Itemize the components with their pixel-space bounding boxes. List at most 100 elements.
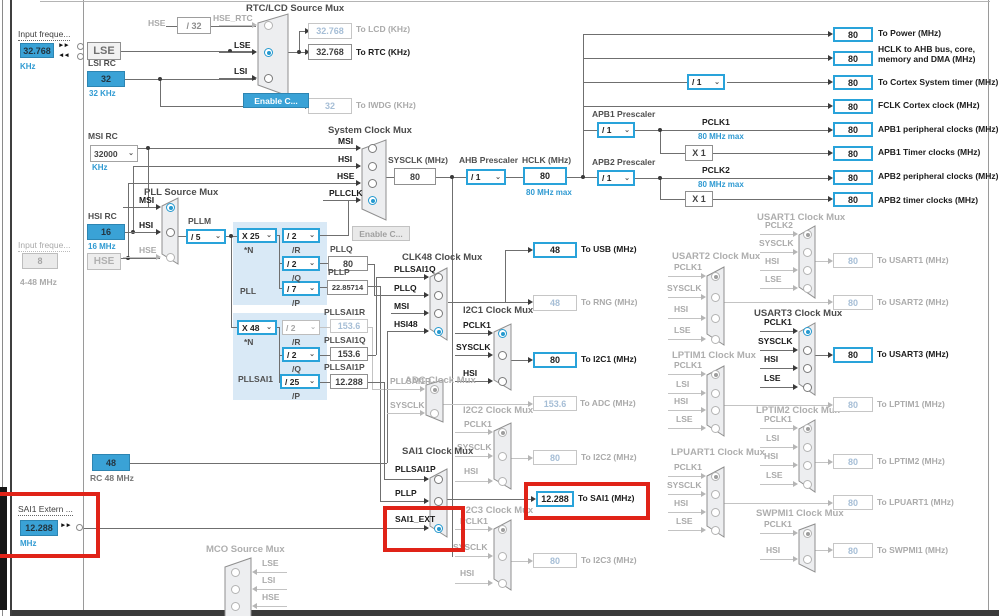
connector-line bbox=[320, 355, 330, 356]
to-usb-value[interactable]: 48 bbox=[533, 242, 577, 258]
pllsai1q-dropdown[interactable]: / 2 ⌄ bbox=[282, 347, 320, 362]
apb1-timer-value[interactable]: 80 bbox=[833, 146, 873, 161]
connector-line bbox=[455, 333, 489, 334]
usart2-clock-mux-input-lse-radio bbox=[711, 335, 720, 344]
junction-dot bbox=[158, 77, 162, 81]
pllsai1n-dropdown[interactable]: X 48 ⌄ bbox=[237, 320, 277, 335]
pll-source-mux-input-hsi-label: HSI bbox=[139, 220, 154, 230]
clk48-clock-mux-input-msi-radio[interactable] bbox=[434, 309, 443, 318]
enable-css-rtc-button[interactable]: Enable C... bbox=[243, 93, 309, 108]
pllsai1p-dropdown[interactable]: / 25 ⌄ bbox=[280, 374, 320, 389]
to-i2c1-value[interactable]: 80 bbox=[533, 352, 577, 368]
arrowhead bbox=[793, 384, 798, 390]
cortex-prescaler-dropdown[interactable]: / 1 ⌄ bbox=[687, 74, 725, 90]
system-clock-mux-input-hse-radio[interactable] bbox=[368, 179, 377, 188]
label-rc-48-mhz: RC 48 MHz bbox=[90, 473, 134, 483]
apb2-peripheral-value[interactable]: 80 bbox=[833, 170, 873, 185]
connector-line bbox=[760, 252, 794, 253]
pllr-dropdown[interactable]: / 2 ⌄ bbox=[282, 228, 320, 243]
i2c1-clock-mux-input-hsi-radio[interactable] bbox=[498, 377, 507, 386]
label-sysclk-mhz-: SYSCLK (MHz) bbox=[388, 155, 448, 165]
pllq-dropdown[interactable]: / 2 ⌄ bbox=[282, 256, 320, 271]
arrowhead bbox=[488, 453, 493, 459]
sai1-clock-mux-input-pllsai1p-radio[interactable] bbox=[434, 475, 443, 484]
arrowhead bbox=[420, 386, 425, 392]
sai1-clock-mux-input-pllp-radio[interactable] bbox=[434, 497, 443, 506]
connector-line bbox=[505, 250, 529, 251]
junction-dot bbox=[450, 175, 454, 179]
chevron-down-icon: ⌄ bbox=[309, 351, 315, 358]
connector-line bbox=[219, 25, 253, 26]
clk48-clock-mux-input-msi-label: MSI bbox=[394, 301, 410, 311]
clk48-clock-mux-input-pllq-radio[interactable] bbox=[434, 291, 443, 300]
apb2-prescaler-dropdown[interactable]: / 1 ⌄ bbox=[597, 170, 635, 186]
lse-input-frequency-value[interactable]: 32.768 bbox=[20, 43, 54, 58]
clk48-clock-mux-input-hsi48-radio[interactable] bbox=[434, 327, 443, 336]
i2c3-clock-mux-input-hsi-label: HSI bbox=[460, 568, 475, 578]
connector-line bbox=[455, 583, 489, 584]
adc-clock-mux-input-sysclk-label: SYSCLK bbox=[390, 400, 425, 410]
pll-source-mux-input-msi-radio[interactable] bbox=[166, 203, 175, 212]
i2c3-clock-mux-input-pclk1-radio bbox=[498, 525, 507, 534]
hsi48-rc-frequency-value[interactable]: 48 bbox=[92, 454, 130, 471]
to-i2c3-label: To I2C3 (MHz) bbox=[581, 555, 637, 565]
usart3-clock-mux-input-pclk1-radio[interactable] bbox=[803, 327, 812, 336]
lsi-rc-frequency-value[interactable]: 32 bbox=[87, 71, 125, 87]
usart2-clock-mux-input-sysclk-label: SYSCLK bbox=[667, 283, 702, 293]
i2c1-clock-mux-title: I2C1 Clock Mux bbox=[463, 305, 534, 316]
connector-line bbox=[727, 82, 829, 83]
apb1-prescaler-dropdown[interactable]: / 1 ⌄ bbox=[597, 122, 635, 138]
to-adc-value: 153.6 bbox=[533, 396, 577, 411]
pll-source-mux-input-hsi-radio[interactable] bbox=[166, 228, 175, 237]
usart3-clock-mux-input-hsi-radio[interactable] bbox=[803, 364, 812, 373]
fclk-cortex-value[interactable]: 80 bbox=[833, 99, 873, 114]
connector-line bbox=[760, 350, 794, 351]
system-clock-mux-input-hsi-radio[interactable] bbox=[368, 162, 377, 171]
connector-line bbox=[231, 236, 232, 327]
hclk-value-value[interactable]: 80 bbox=[523, 167, 567, 185]
pllsai1q-dropdown-value: / 2 bbox=[287, 349, 297, 360]
junction-dot bbox=[229, 234, 233, 238]
label-hse: HSE bbox=[148, 18, 166, 28]
plln-dropdown[interactable]: X 25 ⌄ bbox=[237, 228, 277, 243]
rtc-lcd-source-mux-input-lse-radio[interactable] bbox=[264, 48, 273, 57]
connector-line bbox=[323, 183, 357, 184]
pllp-dropdown[interactable]: / 7 ⌄ bbox=[282, 281, 320, 296]
connector-line bbox=[583, 58, 829, 59]
system-clock-mux-input-msi-label: MSI bbox=[338, 136, 354, 146]
connector-line bbox=[320, 382, 330, 383]
msi-rc-dropdown[interactable]: 32000 ⌄ bbox=[90, 145, 138, 162]
i2c1-clock-mux-input-sysclk-radio[interactable] bbox=[498, 351, 507, 360]
connector-line bbox=[668, 339, 702, 340]
apb2-timer-value[interactable]: 80 bbox=[833, 192, 873, 207]
arrowhead bbox=[701, 425, 706, 431]
connector-line bbox=[760, 270, 794, 271]
clock-configuration-diagram: RTC/LCD Source Mux HSE_RTC LSE LSI System Cl… bbox=[0, 0, 999, 616]
to-power-value[interactable]: 80 bbox=[833, 27, 873, 42]
apb1-prescaler-dropdown-value: / 1 bbox=[602, 125, 612, 135]
label--r: /R bbox=[292, 337, 301, 347]
to-rtc-label: To RTC (KHz) bbox=[356, 47, 411, 57]
clk48-clock-mux-input-hsi48-label: HSI48 bbox=[394, 319, 418, 329]
chevron-down-icon: ⌄ bbox=[266, 232, 272, 239]
to-usart3-value[interactable]: 80 bbox=[833, 347, 873, 363]
system-clock-mux-input-pllclk-radio[interactable] bbox=[368, 196, 377, 205]
apb2-timer-label: APB2 timer clocks (MHz) bbox=[878, 195, 979, 205]
system-clock-mux-input-msi-radio[interactable] bbox=[368, 144, 377, 153]
pllm-dropdown[interactable]: / 5 ⌄ bbox=[186, 229, 226, 244]
connector-line bbox=[123, 257, 157, 258]
connector-line bbox=[391, 331, 425, 332]
usart3-clock-mux-input-lse-radio[interactable] bbox=[803, 383, 812, 392]
connector-line bbox=[660, 153, 685, 154]
hsi-rc-frequency-value[interactable]: 16 bbox=[87, 224, 125, 240]
i2c1-clock-mux-input-pclk1-radio[interactable] bbox=[498, 329, 507, 338]
connector-line bbox=[320, 287, 327, 288]
frame-line bbox=[12, 610, 999, 616]
rtc-lcd-source-mux-input-lsi-radio[interactable] bbox=[264, 74, 273, 83]
usart3-clock-mux-input-sysclk-radio[interactable] bbox=[803, 346, 812, 355]
ahb-prescaler-dropdown[interactable]: / 1 ⌄ bbox=[466, 169, 506, 185]
hclk-ahb-value[interactable]: 80 bbox=[833, 51, 873, 66]
to-cortex-timer-value[interactable]: 80 bbox=[833, 75, 873, 90]
apb1-peripheral-value[interactable]: 80 bbox=[833, 122, 873, 137]
connector-line bbox=[387, 331, 388, 463]
